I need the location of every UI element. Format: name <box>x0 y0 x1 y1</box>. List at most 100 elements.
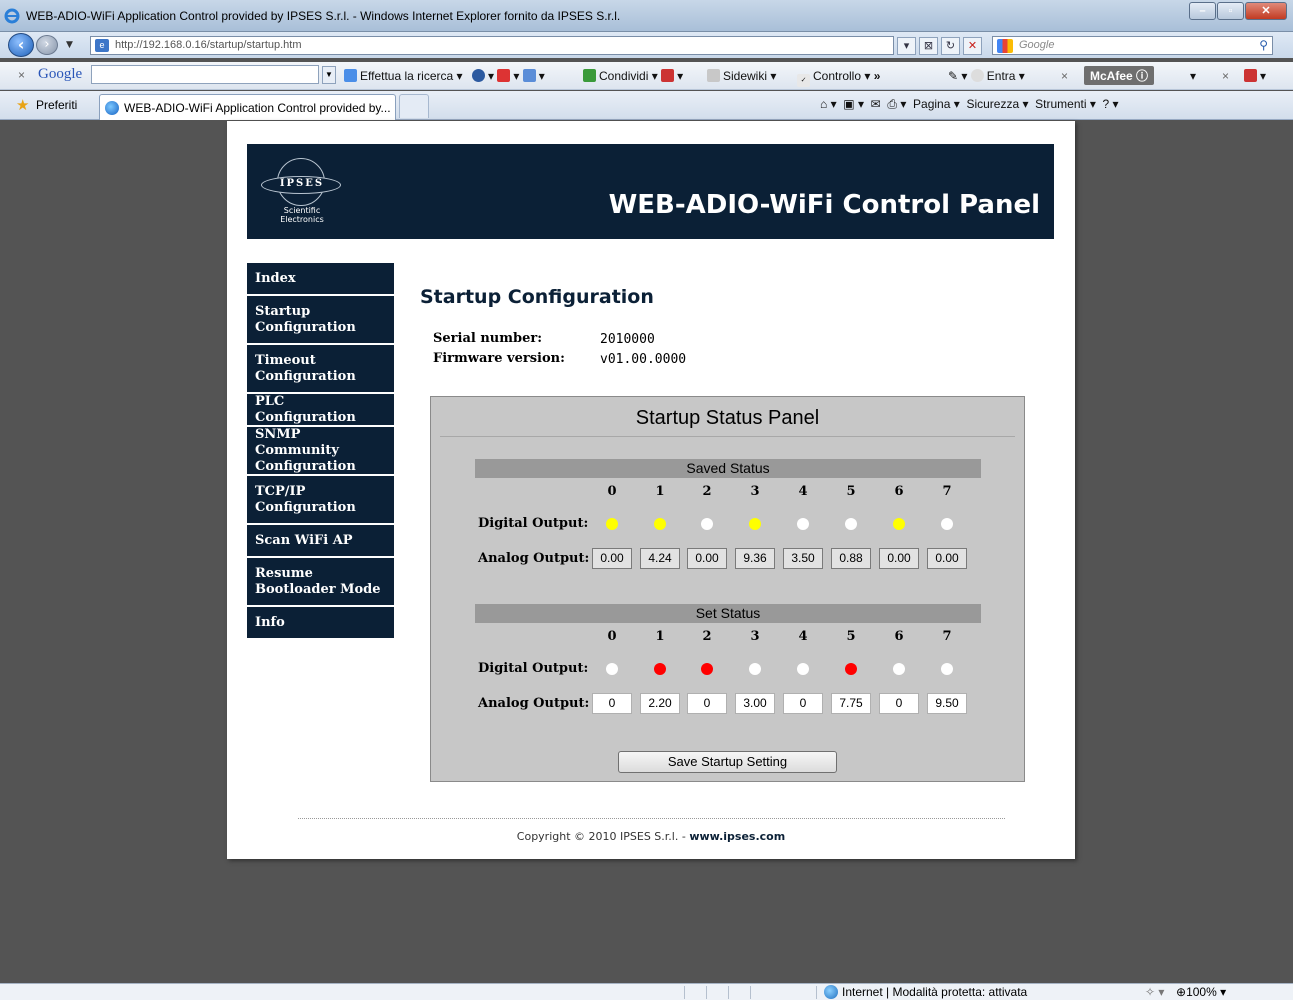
new-tab-button[interactable] <box>399 94 429 118</box>
set-digital-output-5-led[interactable] <box>845 663 857 675</box>
web-page: IPSES Scientific Electronics WEB-ADIO-WiF… <box>227 121 1075 859</box>
saved-channel-7-header: 7 <box>942 484 952 499</box>
startup-status-panel: Startup Status Panel Saved Status 0 1 2 3 4 5 6… <box>430 396 1025 782</box>
close-toolbar-icon[interactable]: × <box>18 68 25 82</box>
saved-digital-output-1-led <box>654 518 666 530</box>
status-bar: Internet | Modalità protetta: attivata ✧… <box>0 983 1293 1000</box>
saved-analog-output-label: Analog Output: <box>478 551 590 566</box>
page-title: Startup Configuration <box>420 286 654 308</box>
set-analog-output-1-input[interactable]: 2.20 <box>640 693 680 714</box>
set-channel-5-header: 5 <box>846 629 856 644</box>
menu-item-timeout-configuration[interactable]: Timeout Configuration <box>247 345 394 394</box>
security-zone: Internet | Modalità protetta: attivata <box>824 985 1027 999</box>
menu-item-startup-configuration[interactable]: Startup Configuration <box>247 296 394 345</box>
google-search-button[interactable]: Effettua la ricerca ▾ <box>344 69 463 83</box>
set-channel-0-header: 0 <box>607 629 617 644</box>
menu-item-plc-configuration[interactable]: PLC Configuration <box>247 394 394 427</box>
set-analog-output-2-input[interactable]: 0 <box>687 693 727 714</box>
set-analog-output-6-input[interactable]: 0 <box>879 693 919 714</box>
signin-button[interactable]: ✎ ▾ Entra ▾ <box>948 69 1025 83</box>
set-digital-output-7-led[interactable] <box>941 663 953 675</box>
back-button[interactable]: ‹ <box>8 33 34 57</box>
navigation-bar: ‹ › ▼ e http://192.168.0.16/startup/star… <box>0 32 1293 58</box>
save-startup-setting-button[interactable]: Save Startup Setting <box>618 751 837 773</box>
set-digital-output-4-led[interactable] <box>797 663 809 675</box>
search-box[interactable]: Google ⚲ <box>992 36 1273 55</box>
close-extra-icon[interactable]: × <box>1222 69 1229 83</box>
spellcheck-button[interactable]: ✓ Controllo ▾ » <box>797 69 880 87</box>
refresh-icon[interactable]: ↻ <box>941 37 960 55</box>
google-search-input[interactable] <box>91 65 319 84</box>
window-title: WEB-ADIO-WiFi Application Control provid… <box>26 9 621 23</box>
tools-menu[interactable]: Strumenti ▾ <box>1035 97 1096 111</box>
set-digital-output-2-led[interactable] <box>701 663 713 675</box>
saved-digital-output-label: Digital Output: <box>478 516 589 531</box>
protected-mode-icon[interactable]: ✧ ▾ <box>1145 985 1164 999</box>
menu-item-info[interactable]: Info <box>247 607 394 640</box>
print-icon[interactable]: ⎙ ▾ <box>887 97 906 111</box>
mcafee-button[interactable]: McAfee ⓘ <box>1084 66 1155 85</box>
adobe-icon <box>1244 69 1257 82</box>
history-dropdown-icon[interactable]: ▼ <box>66 40 73 50</box>
banner-title: WEB-ADIO-WiFi Control Panel <box>608 190 1040 220</box>
saved-channel-4-header: 4 <box>798 484 808 499</box>
help-icon[interactable]: ? ▾ <box>1103 97 1119 111</box>
google-search-dropdown[interactable]: ▼ <box>322 66 336 84</box>
menu-item-index[interactable]: Index <box>247 263 394 296</box>
home-icon[interactable]: ⌂ ▾ <box>820 97 837 111</box>
saved-digital-output-7-led <box>941 518 953 530</box>
set-digital-output-6-led[interactable] <box>893 663 905 675</box>
mcafee-dropdown-icon[interactable]: ▾ <box>1190 69 1196 83</box>
set-channel-7-header: 7 <box>942 629 952 644</box>
security-menu[interactable]: Sicurezza ▾ <box>966 97 1028 111</box>
user-icon <box>970 69 984 82</box>
favorites-star-icon[interactable]: ★ <box>16 96 29 114</box>
address-dropdown-icon[interactable]: ▾ <box>897 37 916 55</box>
address-bar[interactable]: e http://192.168.0.16/startup/startup.ht… <box>90 36 894 55</box>
menu-item-scan-wifi-ap[interactable]: Scan WiFi AP <box>247 525 394 558</box>
extension-icon[interactable]: ▾ <box>1244 69 1266 83</box>
set-analog-output-7-input[interactable]: 9.50 <box>927 693 967 714</box>
share-button[interactable]: Condividi ▾ ▾ <box>583 69 683 83</box>
set-analog-output-3-input[interactable]: 3.00 <box>735 693 775 714</box>
firmware-version-value: v01.00.0000 <box>600 352 687 367</box>
set-analog-output-4-input[interactable]: 0 <box>783 693 823 714</box>
menu-item-resume-bootloader-mode[interactable]: Resume Bootloader Mode <box>247 558 394 607</box>
set-digital-output-3-led[interactable] <box>749 663 761 675</box>
active-tab[interactable]: WEB-ADIO-WiFi Application Control provid… <box>99 94 396 120</box>
stop-icon[interactable]: ✕ <box>963 37 982 55</box>
saved-channel-2-header: 2 <box>702 484 712 499</box>
toolbar-extras[interactable]: ▾ ▾ ▾ <box>472 69 545 83</box>
more-chevron-icon[interactable]: » <box>874 69 881 83</box>
page-menu[interactable]: Pagina ▾ <box>913 97 960 111</box>
maximize-button[interactable]: ▫ <box>1217 2 1244 20</box>
forward-button[interactable]: › <box>36 35 58 55</box>
globe-icon <box>472 69 485 82</box>
set-digital-output-0-led[interactable] <box>606 663 618 675</box>
feeds-icon[interactable]: ▣ ▾ <box>843 97 864 111</box>
compatibility-icon[interactable]: ⊠ <box>919 37 938 55</box>
saved-analog-output-0-value: 0.00 <box>592 548 632 569</box>
saved-digital-output-2-led <box>701 518 713 530</box>
window-titlebar: WEB-ADIO-WiFi Application Control provid… <box>0 0 1293 32</box>
search-icon[interactable]: ⚲ <box>1259 37 1268 54</box>
set-analog-output-5-input[interactable]: 7.75 <box>831 693 871 714</box>
ipses-website-link[interactable]: www.ipses.com <box>689 830 785 843</box>
menu-item-tcpip-configuration[interactable]: TCP/IP Configuration <box>247 476 394 525</box>
saved-digital-output-4-led <box>797 518 809 530</box>
favorites-button[interactable]: Preferiti <box>36 98 77 112</box>
set-digital-output-1-led[interactable] <box>654 663 666 675</box>
mail-icon[interactable]: ✉ <box>871 97 881 111</box>
minimize-button[interactable]: – <box>1189 2 1216 20</box>
header-banner: IPSES Scientific Electronics WEB-ADIO-WiF… <box>247 144 1054 239</box>
zoom-control[interactable]: ⊕100% ▾ <box>1176 985 1226 999</box>
menu-item-snmp-community-configuration[interactable]: SNMP Community Configuration <box>247 427 394 476</box>
panel-title: Startup Status Panel <box>635 407 820 429</box>
saved-channel-5-header: 5 <box>846 484 856 499</box>
sidewiki-button[interactable]: Sidewiki ▾ <box>707 69 776 83</box>
close-mcafee-icon[interactable]: × <box>1061 69 1068 83</box>
close-window-button[interactable]: ✕ <box>1245 2 1287 20</box>
set-analog-output-0-input[interactable]: 0 <box>592 693 632 714</box>
saved-status-header: Saved Status <box>475 459 981 478</box>
tab-title: WEB-ADIO-WiFi Application Control provid… <box>124 101 391 115</box>
